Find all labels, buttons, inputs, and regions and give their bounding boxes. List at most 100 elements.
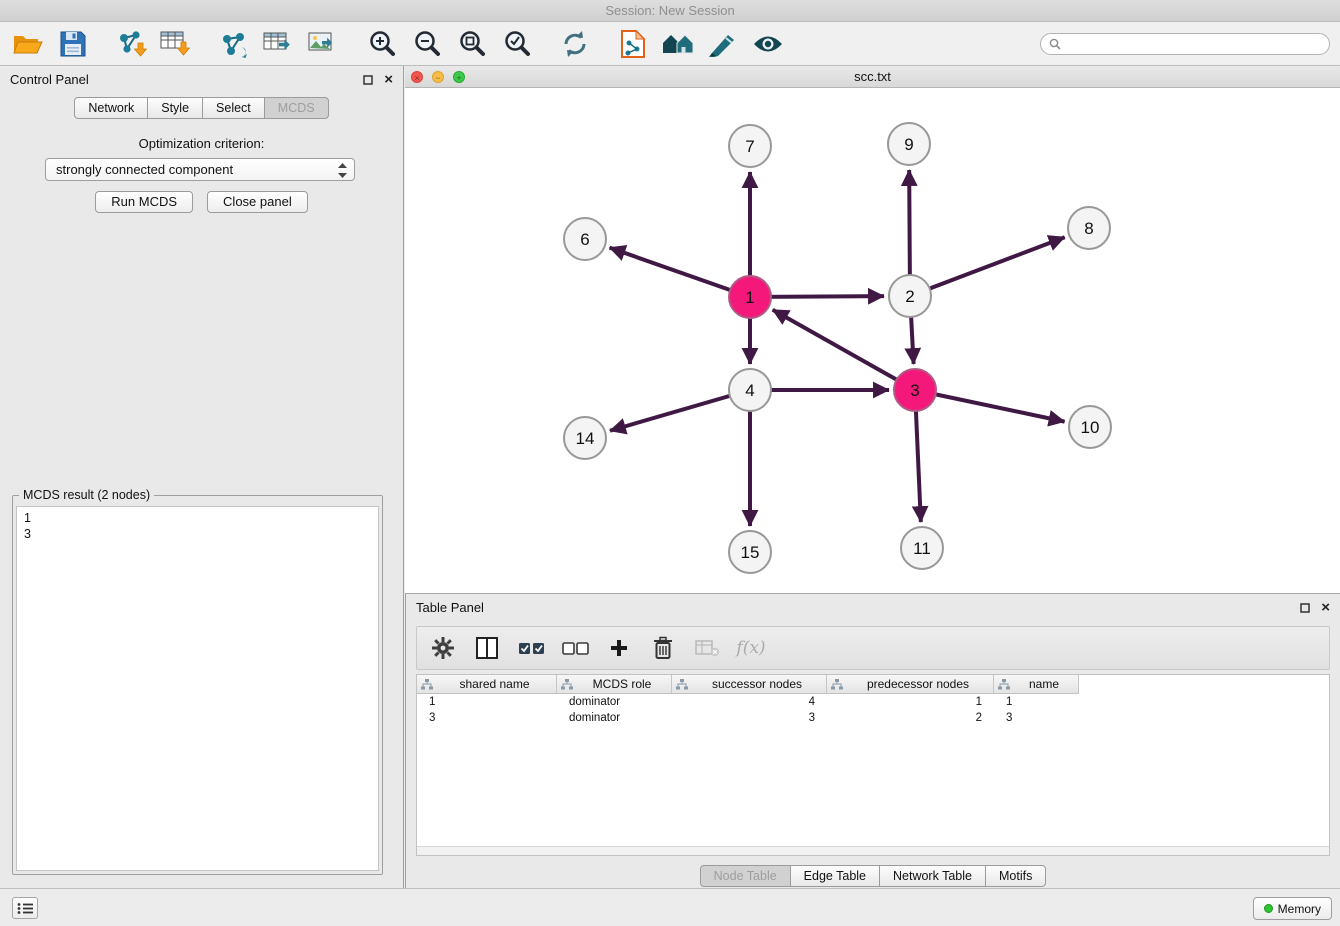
- select-all-button[interactable]: [517, 634, 545, 662]
- float-table-panel-icon[interactable]: [1299, 602, 1311, 614]
- annotation-button[interactable]: [705, 26, 741, 62]
- tab-edge-table[interactable]: Edge Table: [790, 865, 880, 887]
- control-panel-title: Control Panel: [10, 72, 89, 87]
- table-panel-tabs: Node TableEdge TableNetwork TableMotifs: [406, 865, 1340, 887]
- column-header-predecessor-nodes[interactable]: predecessor nodes: [827, 675, 994, 694]
- node-7[interactable]: 7: [729, 125, 771, 167]
- node-15[interactable]: 15: [729, 531, 771, 573]
- node-10[interactable]: 10: [1069, 406, 1111, 448]
- deselect-all-button[interactable]: [561, 634, 589, 662]
- minimize-window-icon[interactable]: −: [432, 71, 444, 83]
- close-table-panel-icon[interactable]: ×: [1321, 602, 1330, 614]
- table-panel: Table Panel ×: [405, 593, 1340, 888]
- table-cell[interactable]: 1: [417, 694, 557, 710]
- column-header-name[interactable]: name: [994, 675, 1079, 694]
- close-window-icon[interactable]: ×: [411, 71, 423, 83]
- optimization-criterion-select[interactable]: strongly connected component: [45, 158, 355, 181]
- export-table-button[interactable]: [261, 26, 297, 62]
- houses-icon: [661, 31, 695, 57]
- table-cell[interactable]: 1: [994, 694, 1079, 710]
- edge-2-8[interactable]: [910, 237, 1065, 296]
- table-cell[interactable]: 2: [827, 710, 994, 726]
- svg-text:11: 11: [913, 539, 931, 558]
- memory-button[interactable]: Memory: [1253, 897, 1332, 920]
- share-document-button[interactable]: [615, 26, 651, 62]
- main-toolbar: [0, 22, 1340, 66]
- table-panel-header: Table Panel ×: [406, 594, 1340, 622]
- table-cell[interactable]: 1: [827, 694, 994, 710]
- tab-motifs[interactable]: Motifs: [985, 865, 1046, 887]
- open-folder-icon: [13, 32, 43, 56]
- column-header-successor-nodes[interactable]: successor nodes: [672, 675, 827, 694]
- open-session-button[interactable]: [10, 26, 46, 62]
- table-cell[interactable]: dominator: [557, 710, 672, 726]
- table-settings-button[interactable]: [429, 634, 457, 662]
- tab-network[interactable]: Network: [74, 97, 148, 119]
- mcds-result-title: MCDS result (2 nodes): [19, 488, 154, 502]
- apply-layout-button[interactable]: [557, 26, 593, 62]
- table-cell[interactable]: 3: [994, 710, 1079, 726]
- search-input[interactable]: [1066, 37, 1321, 51]
- zoom-selected-button[interactable]: [499, 26, 535, 62]
- svg-text:2: 2: [905, 287, 914, 306]
- table-cell[interactable]: 4: [672, 694, 827, 710]
- save-session-button[interactable]: [55, 26, 91, 62]
- import-network-button[interactable]: [113, 26, 149, 62]
- table-cell[interactable]: 3: [672, 710, 827, 726]
- show-columns-button[interactable]: [473, 634, 501, 662]
- svg-text:8: 8: [1084, 219, 1093, 238]
- eye-button[interactable]: [750, 26, 786, 62]
- run-mcds-button[interactable]: Run MCDS: [95, 191, 193, 213]
- new-network-button[interactable]: [216, 26, 252, 62]
- add-column-button[interactable]: [605, 634, 633, 662]
- zoom-in-button[interactable]: [364, 26, 400, 62]
- delete-column-button[interactable]: [649, 634, 677, 662]
- memory-label: Memory: [1278, 902, 1321, 916]
- float-panel-icon[interactable]: [362, 74, 374, 86]
- tab-network-table[interactable]: Network Table: [879, 865, 986, 887]
- task-history-button[interactable]: [12, 897, 38, 919]
- tab-node-table[interactable]: Node Table: [700, 865, 791, 887]
- network-canvas[interactable]: 7 9 6 8 1 2 4 3 14 10 15 11: [405, 88, 1340, 593]
- node-2[interactable]: 2: [889, 275, 931, 317]
- table-row[interactable]: 3dominator323: [417, 710, 1329, 726]
- mcds-result-text[interactable]: 1 3: [16, 506, 379, 871]
- node-14[interactable]: 14: [564, 417, 606, 459]
- window-titlebar: Session: New Session: [0, 0, 1340, 22]
- edge-3-1[interactable]: [773, 310, 915, 390]
- attribute-type-icon: [561, 679, 573, 690]
- tab-select[interactable]: Select: [202, 97, 265, 119]
- zoom-fit-button[interactable]: [454, 26, 490, 62]
- zoom-window-icon[interactable]: +: [453, 71, 465, 83]
- houses-button[interactable]: [660, 26, 696, 62]
- search-box: [1040, 33, 1330, 55]
- edge-1-6[interactable]: [610, 248, 750, 297]
- node-8[interactable]: 8: [1068, 207, 1110, 249]
- node-9[interactable]: 9: [888, 123, 930, 165]
- edge-3-10[interactable]: [915, 390, 1065, 422]
- close-panel-button[interactable]: Close panel: [207, 191, 308, 213]
- node-4[interactable]: 4: [729, 369, 771, 411]
- network-graph[interactable]: 7 9 6 8 1 2 4 3 14 10 15 11: [405, 88, 1340, 593]
- function-builder-button[interactable]: f(x): [737, 634, 765, 662]
- delete-table-button[interactable]: [693, 634, 721, 662]
- node-11[interactable]: 11: [901, 527, 943, 569]
- table-row[interactable]: 1dominator411: [417, 694, 1329, 710]
- node-6[interactable]: 6: [564, 218, 606, 260]
- plus-icon: [609, 638, 629, 658]
- tab-style[interactable]: Style: [147, 97, 203, 119]
- node-1[interactable]: 1: [729, 276, 771, 318]
- horizontal-scrollbar[interactable]: [417, 846, 1329, 855]
- column-header-shared-name[interactable]: shared name: [417, 675, 557, 694]
- close-panel-icon[interactable]: ×: [384, 74, 393, 86]
- zoom-out-button[interactable]: [409, 26, 445, 62]
- import-table-button[interactable]: [158, 26, 194, 62]
- table-cell[interactable]: 3: [417, 710, 557, 726]
- table-cell[interactable]: dominator: [557, 694, 672, 710]
- attribute-type-icon: [421, 679, 433, 690]
- tab-mcds[interactable]: MCDS: [264, 97, 329, 119]
- export-image-button[interactable]: [306, 26, 342, 62]
- node-3[interactable]: 3: [894, 369, 936, 411]
- svg-text:14: 14: [576, 429, 595, 448]
- column-header-MCDS-role[interactable]: MCDS role: [557, 675, 672, 694]
